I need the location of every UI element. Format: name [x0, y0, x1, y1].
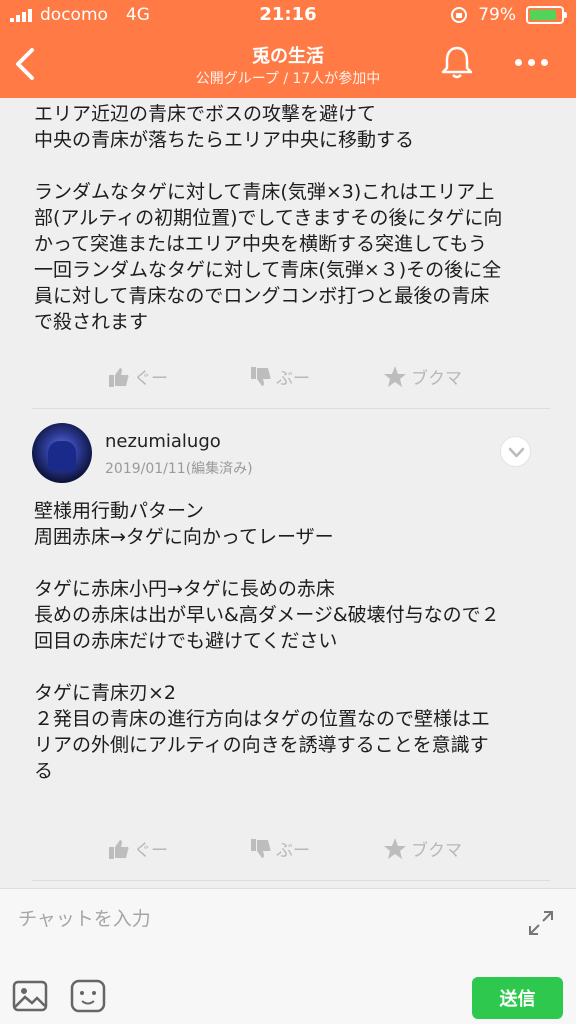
more-options-button[interactable]: [515, 52, 555, 72]
post-actions: ぐー ぶー ブクマ: [0, 364, 576, 394]
post-date: 2019/01/11(編集済み): [105, 461, 253, 477]
dot-icon: [528, 58, 535, 66]
thumbs-up-icon: [109, 367, 129, 387]
chat-input[interactable]: [18, 903, 498, 935]
app-header: docomo 4G 21:16 79% 兎の生活 公開グループ / 17人が参加…: [0, 0, 576, 98]
text-line: ２発目の青床の進行方向はタゲの位置なので壁様はエ: [34, 708, 491, 730]
paragraph: タゲに青床刃×2 ２発目の青床の進行方向はタゲの位置なので壁様はエ リアの外側に…: [34, 680, 544, 784]
like-button[interactable]: ぐー: [108, 836, 168, 861]
avatar[interactable]: [32, 423, 92, 483]
post-body: エリア近辺の青床でボスの攻撃を避けて 中央の青床が落ちたらエリア中央に移動する …: [34, 101, 544, 361]
paragraph: エリア近辺の青床でボスの攻撃を避けて 中央の青床が落ちたらエリア中央に移動する: [34, 101, 544, 153]
text-line: タゲに赤床小円→タゲに長めの赤床: [34, 578, 335, 600]
notification-button[interactable]: [440, 44, 474, 80]
thumbs-down-icon: [251, 366, 271, 386]
dislike-label: ぶー: [276, 841, 310, 861]
post-actions: ぐー ぶー ブクマ: [0, 836, 576, 866]
page-subtitle: 公開グループ / 17人が参加中: [195, 71, 381, 87]
text-line: 周囲赤床→タゲに向かってレーザー: [34, 526, 334, 548]
orientation-lock-icon: [451, 7, 468, 23]
post-menu-button[interactable]: [500, 436, 531, 467]
author-name[interactable]: nezumialugo: [105, 431, 221, 452]
chat-composer: 送信: [0, 888, 576, 1024]
dislike-button[interactable]: ぶー: [250, 364, 310, 389]
star-icon: [384, 837, 406, 859]
dot-icon: [541, 58, 548, 66]
chat-feed[interactable]: エリア近辺の青床でボスの攻撃を避けて 中央の青床が落ちたらエリア中央に移動する …: [0, 98, 576, 888]
divider: [32, 408, 550, 409]
text-line: かって突進またはエリア中央を横断する突進してもう: [34, 233, 487, 255]
text-line: 一回ランダムなタゲに対して青床(気弾×３)その後に全: [34, 259, 502, 281]
text-line: 長めの赤床は出が早い&高ダメージ&破壊付与なので２: [34, 604, 500, 626]
thumbs-up-icon: [109, 839, 129, 859]
sticker-icon: [70, 979, 106, 1013]
paragraph: ランダムなタゲに対して青床(気弾×3)これはエリア上 部(アルティの初期位置)で…: [34, 179, 544, 335]
attach-image-button[interactable]: [12, 979, 48, 1013]
text-line: タゲに青床刃×2: [34, 682, 177, 704]
dot-icon: [515, 58, 522, 66]
bookmark-label: ブクマ: [411, 369, 462, 389]
paragraph: タゲに赤床小円→タゲに長めの赤床 長めの赤床は出が早い&高ダメージ&破壊付与なの…: [34, 576, 544, 654]
bookmark-button[interactable]: ブクマ: [383, 364, 462, 389]
chevron-down-icon: [508, 447, 525, 458]
post-author: nezumialugo 2019/01/11(編集済み): [32, 423, 542, 493]
status-right: 79%: [450, 5, 567, 25]
text-line: リアの外側にアルティの向きを誘導することを意識す: [34, 734, 489, 756]
thumbs-down-icon: [251, 838, 271, 858]
text-line: 壁様用行動パターン: [34, 500, 205, 522]
expand-icon: [529, 911, 553, 935]
star-icon: [384, 365, 406, 387]
dislike-label: ぶー: [276, 369, 310, 389]
send-button[interactable]: 送信: [472, 977, 563, 1019]
battery-percent: 79%: [478, 5, 516, 25]
status-bar: docomo 4G 21:16 79%: [0, 0, 576, 30]
sticker-button[interactable]: [70, 979, 106, 1013]
text-line: ランダムなタゲに対して青床(気弾×3)これはエリア上: [34, 181, 495, 203]
paragraph: 壁様用行動パターン 周囲赤床→タゲに向かってレーザー: [34, 498, 544, 550]
bookmark-label: ブクマ: [411, 841, 462, 861]
text-line: る: [34, 760, 54, 782]
text-line: 中央の青床が落ちたらエリア中央に移動する: [34, 129, 415, 151]
text-line: 回目の赤床だけでも避けてください: [34, 630, 338, 652]
bookmark-button[interactable]: ブクマ: [383, 836, 462, 861]
like-label: ぐー: [134, 369, 168, 389]
bell-icon: [441, 46, 473, 79]
dislike-button[interactable]: ぶー: [250, 836, 310, 861]
post-body: 壁様用行動パターン 周囲赤床→タゲに向かってレーザー タゲに赤床小円→タゲに長め…: [34, 498, 544, 810]
expand-input-button[interactable]: [527, 909, 555, 937]
like-label: ぐー: [134, 841, 168, 861]
text-line: で殺されます: [34, 311, 149, 333]
text-line: 員に対して青床なのでロングコンボ打つと最後の青床: [34, 285, 490, 307]
text-line: 部(アルティの初期位置)でしてきますその後にタゲに向: [34, 207, 503, 229]
page-title: 兎の生活: [252, 46, 324, 67]
text-line: エリア近辺の青床でボスの攻撃を避けて: [34, 103, 377, 125]
image-icon: [12, 980, 48, 1012]
like-button[interactable]: ぐー: [108, 364, 168, 389]
battery-icon: [526, 6, 567, 24]
divider: [32, 880, 550, 881]
